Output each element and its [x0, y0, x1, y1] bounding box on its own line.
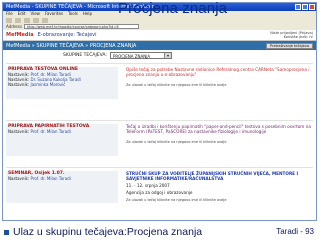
menu-item-tools[interactable]: Tools — [68, 11, 78, 17]
course-row: PRIPRAVA PAPIRNATIH TESTOVA Nastavnik: P… — [6, 120, 313, 159]
course-enter-note[interactable]: Za ulazak u tečaj kliknite na njegovo im… — [126, 83, 313, 88]
bullet-icon — [4, 230, 9, 235]
category-selector-row: SKUPINE TEČAJEVA: PROCJENA ZNANJA ▾ — [63, 52, 172, 59]
search-courses-button[interactable]: Pretraživanje tečajeva — [266, 42, 313, 49]
course-info: SEMINAR, Osijek 1.07. Nastavnik: Prof. d… — [6, 171, 118, 203]
address-label: Address — [6, 24, 22, 29]
breadcrumb[interactable]: MefMedia » SKUPINE TEČAJEVA » PROCJENA Z… — [6, 43, 136, 49]
course-summary: Opiše tečaj za potrebe Nastavne radionic… — [126, 67, 313, 88]
home-icon[interactable] — [42, 17, 48, 23]
menu-item-file[interactable]: File — [6, 11, 13, 17]
menu-item-edit[interactable]: Edit — [18, 11, 26, 17]
course-enter-note[interactable]: Za ulazak u tečaj kliknite na njegovo im… — [126, 198, 313, 203]
teacher-name[interactable]: Jasminka Marović — [31, 82, 66, 87]
course-description: STRUČNI SKUP ZA VOĐITELJE ŽUPANIJSKIH ST… — [126, 171, 299, 181]
stop-icon[interactable] — [24, 17, 30, 23]
window-controls — [295, 4, 315, 10]
course-summary: STRUČNI SKUP ZA VOĐITELJE ŽUPANIJSKIH ST… — [126, 171, 313, 203]
slide-title: Procjena znanja — [118, 0, 228, 17]
course-date: 11. - 12. srpnja 2007 — [126, 183, 170, 188]
category-label: SKUPINE TEČAJEVA: — [63, 53, 107, 58]
minimize-icon[interactable] — [295, 4, 301, 10]
page-number: Taradi - 93 — [276, 227, 314, 236]
site-logo[interactable]: MefMedia — [6, 32, 34, 38]
slide-caption: Ulaz u skupinu tečajeva:Procjena znanja — [13, 226, 203, 238]
menu-item-view[interactable]: View — [30, 11, 40, 17]
teacher-line: Nastavnik: Jasminka Marović — [6, 82, 118, 87]
course-summary: Tečaj o izradbi i korištenju papirnatih … — [126, 124, 313, 145]
chevron-down-icon: ▾ — [163, 53, 171, 58]
course-venue: Agencija za odgoj i obrazovanje — [126, 190, 193, 195]
breadcrumb-bar: MefMedia » SKUPINE TEČAJEVA » PROCJENA Z… — [3, 41, 316, 50]
teacher-role: Nastavnik: — [8, 129, 30, 135]
language-info: Koristite jezik: hr — [283, 35, 313, 39]
course-enter-note[interactable]: Za ulazak u tečaj kliknite na njegovo im… — [126, 140, 313, 145]
category-select[interactable]: PROCJENA ZNANJA ▾ — [109, 52, 172, 59]
course-info: PRIPRAVA TESTOVA ONLINE Nastavnik: Prof.… — [6, 67, 118, 99]
teacher-role: Nastavnik: — [8, 82, 30, 88]
site-content: MefMedia E-obrazovanje: Tečajevi Niste p… — [3, 30, 316, 220]
teacher-line: Nastavnik: Prof. dr. Milan Taradi — [6, 176, 118, 181]
course-description: Tečaj o izradbi i korištenju papirnatih … — [126, 124, 311, 134]
teacher-line: Nastavnik: Prof. dr. Milan Taradi — [6, 129, 118, 134]
browser-window: MefMedia - SKUPINE TEČAJEVA - Microsoft … — [2, 2, 317, 221]
menu-item-favorites[interactable]: Favorites — [45, 11, 63, 17]
back-icon[interactable] — [6, 17, 12, 23]
maximize-icon[interactable] — [302, 4, 308, 10]
category-value: PROCJENA ZNANJA — [112, 54, 151, 59]
course-description: Opiše tečaj za potrebe Nastavne radionic… — [126, 67, 310, 77]
forward-icon[interactable] — [15, 17, 21, 23]
address-bar: Address http://web.mef.hr/moodle/course/… — [3, 23, 316, 30]
teacher-role: Nastavnik: — [8, 176, 30, 182]
course-row: PRIPRAVA TESTOVA ONLINE Nastavnik: Prof.… — [6, 63, 313, 102]
site-heading: E-obrazovanje: Tečajevi — [37, 32, 97, 38]
address-input[interactable]: http://web.mef.hr/moodle/course/category… — [23, 24, 139, 29]
refresh-icon[interactable] — [33, 17, 39, 23]
login-info: Niste prijavljeni (Prijava) Koristite je… — [270, 31, 313, 39]
slide-footer: Ulaz u skupinu tečajeva:Procjena znanja … — [0, 224, 320, 240]
course-row: SEMINAR, Osijek 1.07. Nastavnik: Prof. d… — [6, 167, 313, 206]
teacher-name[interactable]: Prof. dr. Milan Taradi — [31, 176, 71, 181]
teacher-name[interactable]: Prof. dr. Milan Taradi — [31, 129, 71, 134]
close-icon[interactable] — [309, 4, 315, 10]
site-header: MefMedia E-obrazovanje: Tečajevi Niste p… — [3, 30, 316, 41]
menu-item-help[interactable]: Help — [83, 11, 92, 17]
course-info: PRIPRAVA PAPIRNATIH TESTOVA Nastavnik: P… — [6, 124, 118, 156]
